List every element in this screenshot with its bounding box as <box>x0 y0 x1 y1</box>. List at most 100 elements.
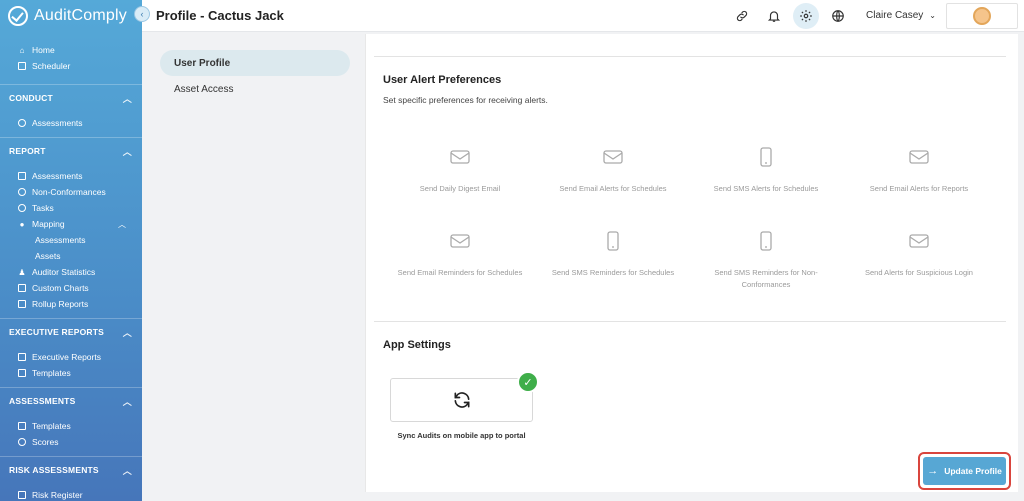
table-icon <box>18 422 26 430</box>
sidebar-item-conduct-assessments[interactable]: Assessments <box>0 115 142 131</box>
pref-sms-reminders-schedules[interactable]: Send SMS Reminders for Schedules <box>538 229 688 279</box>
settings-button[interactable] <box>793 2 820 29</box>
sync-audits-label: Sync Audits on mobile app to portal <box>397 431 526 440</box>
chevron-up-icon: ︿ <box>122 327 132 338</box>
sidebar-item-label: Non-Conformances <box>32 187 106 197</box>
sidebar-item-auditor-statistics[interactable]: ♟ Auditor Statistics <box>0 264 142 280</box>
divider <box>374 321 1006 322</box>
sidebar-item-label: Rollup Reports <box>32 299 89 309</box>
section-title: RISK ASSESSMENTS <box>9 465 99 475</box>
sidebar-section-assessments: ASSESSMENTS ︿ Templates Scores <box>0 387 142 456</box>
checkmark-icon: ✓ <box>517 371 539 393</box>
sync-audits-toggle-card[interactable] <box>390 378 533 422</box>
pref-daily-digest-email[interactable]: Send Daily Digest Email <box>385 145 535 195</box>
profile-tabs: User Profile Asset Access <box>154 50 350 102</box>
sidebar-top: ⌂ Home Scheduler <box>0 32 142 80</box>
tab-user-profile[interactable]: User Profile <box>160 50 350 76</box>
pref-email-reminders-schedules[interactable]: Send Email Reminders for Schedules <box>385 229 535 279</box>
sidebar-item-label: Assets <box>35 251 61 261</box>
user-avatar-button[interactable] <box>946 2 1018 29</box>
pref-sms-alerts-schedules[interactable]: Send SMS Alerts for Schedules <box>691 145 841 195</box>
page-title: Profile - Cactus Jack <box>156 8 284 23</box>
chevron-up-icon: ︿ <box>118 219 126 229</box>
app-logo[interactable]: AuditComply <box>0 0 142 32</box>
sidebar-item-custom-charts[interactable]: Custom Charts <box>0 280 142 296</box>
update-profile-button[interactable]: → Update Profile <box>923 457 1006 485</box>
sidebar-item-mapping[interactable]: ● Mapping ︿ <box>0 216 142 232</box>
globe-icon <box>832 9 844 22</box>
chevron-down-icon: ⌄ <box>929 11 936 20</box>
avatar <box>973 6 991 25</box>
sidebar-item-executive-reports[interactable]: Executive Reports <box>0 349 142 365</box>
pin-icon: ● <box>19 219 25 229</box>
table-icon <box>18 491 26 499</box>
alerts-subtitle: Set specific preferences for receiving a… <box>383 95 548 105</box>
sidebar-item-label: Home <box>32 45 55 55</box>
sidebar-section-risk-assessments: RISK ASSESSMENTS ︿ Risk Register <box>0 456 142 501</box>
pref-email-alerts-schedules[interactable]: Send Email Alerts for Schedules <box>538 145 688 195</box>
pref-label: Send SMS Alerts for Schedules <box>713 184 819 193</box>
pref-label: Send SMS Reminders for Schedules <box>551 268 675 277</box>
sidebar-item-risk-register[interactable]: Risk Register <box>0 487 142 501</box>
update-profile-highlight: → Update Profile <box>918 452 1011 490</box>
top-bar: Profile - Cactus Jack Claire Casey ⌄ <box>142 0 1024 32</box>
sidebar-section-header[interactable]: REPORT ︿ <box>0 138 142 164</box>
envelope-icon <box>385 229 535 253</box>
sidebar-section-executive-reports: EXECUTIVE REPORTS ︿ Executive Reports Te… <box>0 318 142 387</box>
app-settings-title: App Settings <box>383 339 451 351</box>
sidebar-item-mapping-assets[interactable]: Assets <box>0 248 142 264</box>
edit-icon <box>18 369 26 377</box>
chart-icon <box>18 300 26 308</box>
sidebar-item-home[interactable]: ⌂ Home <box>0 42 142 58</box>
users-icon: ♟ <box>18 267 26 277</box>
sidebar-item-templates[interactable]: Templates <box>0 418 142 434</box>
sidebar-item-report-assessments[interactable]: Assessments <box>0 168 142 184</box>
sidebar-section-header[interactable]: RISK ASSESSMENTS ︿ <box>0 457 142 483</box>
clock-icon <box>18 119 26 127</box>
user-menu[interactable]: Claire Casey ⌄ <box>866 10 936 21</box>
sidebar-item-scheduler[interactable]: Scheduler <box>0 58 142 74</box>
sidebar-collapse-button[interactable]: ‹ <box>134 6 150 22</box>
award-icon <box>18 438 26 446</box>
chevron-up-icon: ︿ <box>122 465 132 476</box>
home-icon: ⌂ <box>19 45 25 55</box>
sidebar-item-exec-templates[interactable]: Templates <box>0 365 142 381</box>
table-icon <box>18 353 26 361</box>
link-icon <box>736 10 748 21</box>
sidebar-section-header[interactable]: EXECUTIVE REPORTS ︿ <box>0 319 142 345</box>
sidebar-item-rollup-reports[interactable]: Rollup Reports <box>0 296 142 312</box>
notifications-button[interactable] <box>761 3 787 29</box>
envelope-icon <box>538 145 688 169</box>
envelope-icon <box>844 229 994 253</box>
sidebar-section-header[interactable]: CONDUCT ︿ <box>0 85 142 111</box>
language-button[interactable] <box>825 3 851 29</box>
link-button[interactable] <box>729 3 755 29</box>
sidebar-item-label: Auditor Statistics <box>32 267 96 277</box>
calendar-icon <box>18 62 26 70</box>
sidebar-item-label: Templates <box>32 368 71 378</box>
section-title: EXECUTIVE REPORTS <box>9 327 105 337</box>
phone-icon <box>691 145 841 169</box>
tasks-icon <box>18 204 26 212</box>
pref-sms-reminders-non-conformances[interactable]: Send SMS Reminders for Non-Conformances <box>691 229 841 291</box>
pref-suspicious-login-alerts[interactable]: Send Alerts for Suspicious Login <box>844 229 994 279</box>
sidebar-item-scores[interactable]: Scores <box>0 434 142 450</box>
sync-icon <box>454 392 469 408</box>
sidebar-item-mapping-assessments[interactable]: Assessments <box>0 232 142 248</box>
sidebar-item-label: Scores <box>32 437 59 447</box>
tab-asset-access[interactable]: Asset Access <box>160 76 350 102</box>
phone-icon <box>538 229 688 253</box>
sidebar-item-non-conformances[interactable]: Non-Conformances <box>0 184 142 200</box>
chevron-left-icon: ‹ <box>140 9 144 19</box>
sidebar-item-label: Executive Reports <box>32 352 101 362</box>
sidebar-item-label: Assessments <box>32 118 83 128</box>
sidebar-item-label: Custom Charts <box>32 283 89 293</box>
update-profile-label: Update Profile <box>944 466 1002 476</box>
divider <box>374 56 1006 57</box>
sidebar-section-header[interactable]: ASSESSMENTS ︿ <box>0 388 142 414</box>
sidebar-item-tasks[interactable]: Tasks <box>0 200 142 216</box>
pref-label: Send Daily Digest Email <box>419 184 501 193</box>
pref-email-alerts-reports[interactable]: Send Email Alerts for Reports <box>844 145 994 195</box>
sidebar-item-label: Assessments <box>35 235 86 245</box>
logo-check-icon <box>8 6 28 26</box>
